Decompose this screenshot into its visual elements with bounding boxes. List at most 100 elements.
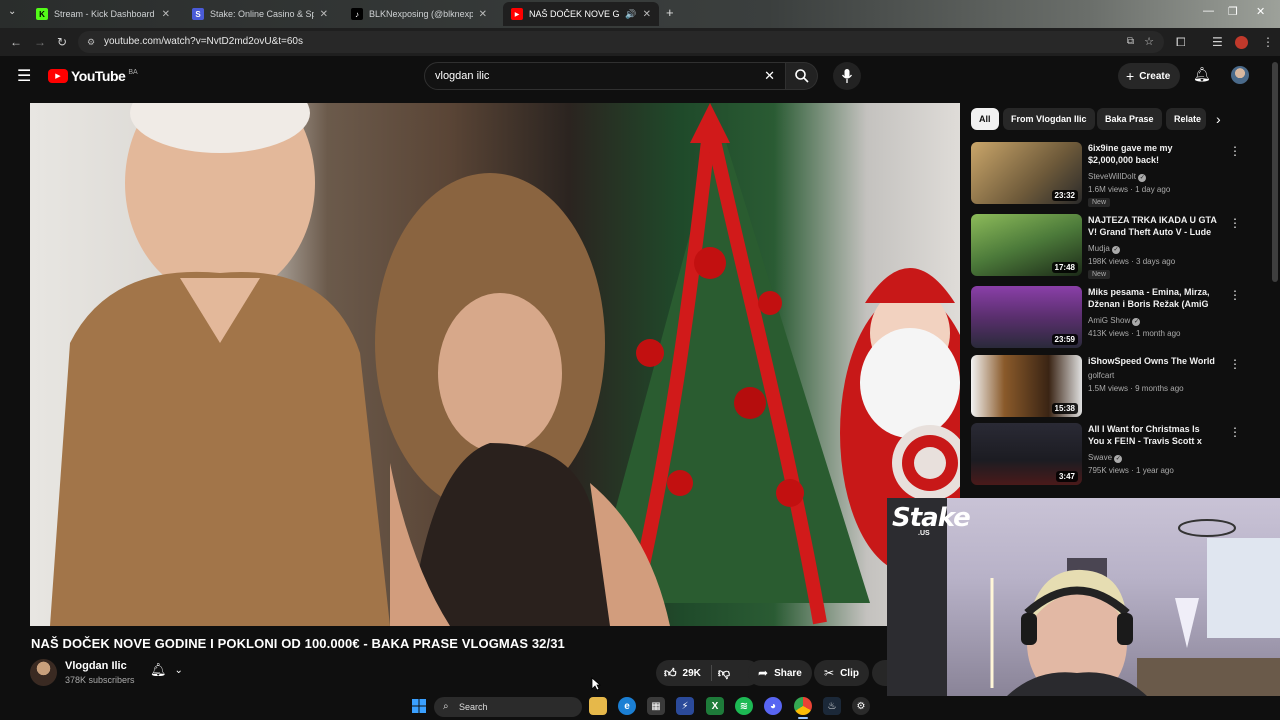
recommendation-item[interactable]: 23:59 Miks pesama - Emina, Mirza, Dženan… (971, 286, 1241, 350)
browser-tab-stake[interactable]: S Stake: Online Casino & Sports ✕ (184, 2, 336, 26)
video-player[interactable] (30, 103, 960, 626)
chevron-right-icon[interactable]: › (1216, 111, 1221, 127)
hamburger-menu-icon[interactable]: ☰ (17, 66, 31, 86)
more-options-icon[interactable]: ⋮ (1229, 357, 1241, 371)
youtube-logo[interactable]: ▶ YouTube BA (48, 68, 138, 84)
channel-text: SteveWillDoIt (1088, 172, 1137, 181)
video-thumbnail[interactable]: 23:32 (971, 142, 1082, 204)
account-avatar[interactable] (1231, 66, 1249, 84)
microsoft-store-icon[interactable]: ▦ (647, 697, 665, 715)
video-frame-art (50, 103, 960, 626)
duration-badge: 23:59 (1051, 334, 1078, 345)
create-button[interactable]: + Create (1118, 63, 1180, 89)
spotify-icon[interactable]: ≋ (735, 697, 753, 715)
taskbar-search-label: Search (459, 702, 488, 712)
recommendation-title[interactable]: Miks pesama - Emina, Mirza, Dženan i Bor… (1088, 286, 1218, 310)
recommendation-item[interactable]: 15:38 iShowSpeed Owns The World golfcart… (971, 355, 1241, 419)
search-input[interactable]: vlogdan ilic ✕ (424, 62, 786, 90)
browser-menu-icon[interactable]: ⋮ (1262, 35, 1274, 49)
extensions-icon[interactable]: ⧠ (1176, 35, 1186, 50)
channel-name[interactable]: Vlogdan Ilic (65, 660, 127, 672)
profile-avatar[interactable] (1235, 36, 1248, 49)
recommendation-meta: 1.5M views · 9 months ago (1088, 384, 1184, 393)
clip-button[interactable]: ✂ Clip (814, 660, 869, 686)
steam-icon[interactable]: ♨ (823, 697, 841, 715)
recommendation-channel[interactable]: SteveWillDoIt ✓ (1088, 172, 1147, 182)
more-options-icon[interactable]: ⋮ (1229, 425, 1241, 439)
address-bar[interactable]: ⚙ youtube.com/watch?v=NvtD2md2ovU&t=60s … (78, 31, 1164, 53)
recommendation-channel[interactable]: Mudja ✓ (1088, 244, 1121, 254)
recommendation-title[interactable]: All I Want for Christmas Is You x FE!N -… (1088, 423, 1218, 447)
share-button[interactable]: ➦ Share (748, 660, 812, 686)
chip-related[interactable]: Relate (1166, 108, 1206, 130)
more-actions-button[interactable] (872, 660, 887, 686)
recommendation-channel[interactable]: AmiG Show ✓ (1088, 316, 1141, 326)
recommendation-channel[interactable]: golfcart (1088, 371, 1114, 380)
file-explorer-icon[interactable] (589, 697, 607, 715)
app-icon[interactable]: ⚡ (676, 697, 694, 715)
close-tab-icon[interactable]: ✕ (320, 9, 328, 20)
voice-search-button[interactable] (833, 62, 861, 90)
taskbar-search-box[interactable]: ⌕ Search (434, 697, 582, 717)
create-label: Create (1139, 70, 1171, 82)
stake-icon: S (192, 8, 204, 20)
browser-tab-kick[interactable]: K Stream - Kick Dashboard ✕ (28, 2, 178, 26)
video-thumbnail[interactable]: 23:59 (971, 286, 1082, 348)
site-info-icon[interactable]: ⚙ (87, 31, 95, 53)
recommendation-title[interactable]: iShowSpeed Owns The World (1088, 355, 1218, 367)
recommendation-channel[interactable]: Swave ✓ (1088, 453, 1123, 463)
new-tab-icon[interactable]: + (666, 5, 674, 20)
recommendation-item[interactable]: 23:32 6ix9ine gave me my $2,000,000 back… (971, 142, 1241, 207)
search-button[interactable] (786, 62, 818, 90)
duration-badge: 15:38 (1051, 403, 1078, 414)
video-thumbnail[interactable]: 3:47 (971, 423, 1082, 485)
more-options-icon[interactable]: ⋮ (1229, 216, 1241, 230)
divider (710, 665, 712, 681)
install-app-icon[interactable]: ⧉ (1127, 31, 1134, 53)
audio-playing-icon[interactable]: 🔊 (625, 9, 636, 20)
youtube-header: ☰ ▶ YouTube BA vlogdan ilic ✕ + Create 🔔… (0, 56, 1280, 98)
chip-from-channel[interactable]: From Vlogdan Ilic (1003, 108, 1095, 130)
channel-text: Swave (1088, 453, 1113, 462)
close-tab-icon[interactable]: ✕ (162, 9, 170, 20)
back-icon[interactable]: ← (10, 35, 22, 49)
settings-gear-icon[interactable]: ⚙ (852, 697, 870, 715)
more-options-icon[interactable]: ⋮ (1229, 144, 1241, 158)
maximize-window-icon[interactable]: ❐ (1228, 5, 1238, 18)
reload-icon[interactable]: ↻ (57, 35, 67, 49)
channel-avatar[interactable] (30, 659, 57, 686)
chrome-icon[interactable] (794, 697, 812, 715)
clear-search-icon[interactable]: ✕ (764, 63, 775, 89)
windows-start-icon[interactable] (410, 697, 428, 715)
video-thumbnail[interactable]: 17:48 (971, 214, 1082, 276)
close-window-icon[interactable]: ✕ (1256, 5, 1265, 18)
channel-text: golfcart (1088, 371, 1115, 380)
notification-bell-dropdown[interactable]: 🔔︎ ⌄ (150, 662, 183, 678)
recommendation-title[interactable]: NAJTEZA TRKA IKADA U GTA V! Grand Theft … (1088, 214, 1218, 238)
minimize-window-icon[interactable]: — (1203, 5, 1214, 17)
notifications-bell-icon[interactable]: 🔔︎ (1193, 66, 1211, 83)
bookmark-star-icon[interactable]: ☆ (1144, 31, 1154, 53)
video-thumbnail[interactable]: 15:38 (971, 355, 1082, 417)
excel-icon[interactable]: X (706, 697, 724, 715)
browser-tab-youtube[interactable]: ▶ NAŠ DOČEK NOVE GODINE 🔊 ✕ (503, 2, 659, 26)
page-scrollbar[interactable] (1272, 62, 1278, 282)
tab-list-chevron-icon[interactable]: ⌄ (8, 6, 16, 17)
reading-list-icon[interactable]: ☰ (1212, 35, 1223, 49)
recommendation-item[interactable]: 3:47 All I Want for Christmas Is You x F… (971, 423, 1241, 487)
like-dislike-group: 👍︎ 29K 👎︎ (656, 660, 760, 686)
browser-tab-tiktok[interactable]: ♪ BLKNexposing (@blknexposing) ✕ (343, 2, 495, 26)
forward-icon[interactable]: → (34, 35, 46, 49)
close-tab-icon[interactable]: ✕ (479, 9, 487, 20)
chip-all[interactable]: All (971, 108, 999, 130)
subscriber-count: 378K subscribers (65, 675, 135, 685)
close-tab-icon[interactable]: ✕ (643, 9, 651, 20)
recommendation-item[interactable]: 17:48 NAJTEZA TRKA IKADA U GTA V! Grand … (971, 214, 1241, 279)
like-button[interactable]: 👍︎ 29K (664, 666, 701, 681)
edge-browser-icon[interactable]: e (618, 697, 636, 715)
chip-baka-prase[interactable]: Baka Prase (1097, 108, 1162, 130)
dislike-button[interactable]: 👎︎ (718, 666, 730, 681)
recommendation-title[interactable]: 6ix9ine gave me my $2,000,000 back! (1088, 142, 1218, 166)
discord-icon[interactable]: ◕ (764, 697, 782, 715)
more-options-icon[interactable]: ⋮ (1229, 288, 1241, 302)
